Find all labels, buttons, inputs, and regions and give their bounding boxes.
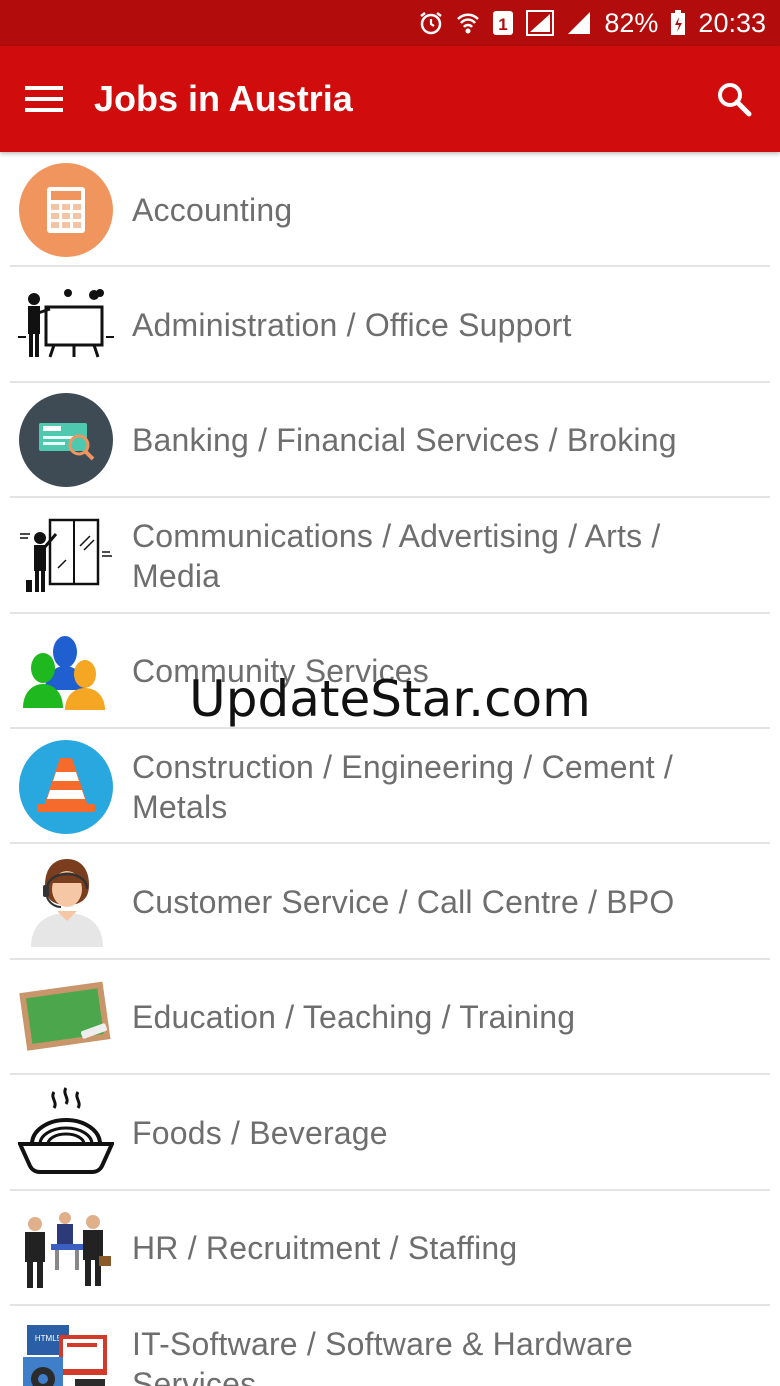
category-item-it-software[interactable]: HTML5 IT-Software / Software & Hardware … xyxy=(0,1306,780,1386)
presenter-board-icon xyxy=(18,277,114,373)
page-title: Jobs in Austria xyxy=(94,78,353,119)
svg-text:HTML5: HTML5 xyxy=(35,1334,62,1343)
category-item-education[interactable]: Education / Teaching / Training xyxy=(0,960,780,1076)
category-label: Banking / Financial Services / Broking xyxy=(132,422,677,459)
status-bar: 1 82% 20:33 xyxy=(0,0,780,46)
category-label: Community Services xyxy=(132,653,430,690)
search-button[interactable] xyxy=(688,46,780,152)
interview-icon xyxy=(18,1200,114,1296)
sim-number: 1 xyxy=(499,15,508,34)
category-item-hr[interactable]: HR / Recruitment / Staffing xyxy=(0,1191,780,1307)
artist-canvas-icon xyxy=(18,508,114,604)
category-label: Communications / Advertising / Arts / Me… xyxy=(132,517,661,594)
category-list[interactable]: Accounting Administration / Office Suppo… xyxy=(0,152,780,1386)
category-item-construction[interactable]: Construction / Engineering / Cement / Me… xyxy=(0,729,780,845)
traffic-cone-icon xyxy=(18,739,114,835)
category-item-customer-service[interactable]: Customer Service / Call Centre / BPO xyxy=(0,844,780,961)
signal-icon xyxy=(526,10,555,36)
category-item-communications[interactable]: Communications / Advertising / Arts / Me… xyxy=(0,498,780,614)
calculator-icon xyxy=(18,162,114,258)
html5-computer-icon: HTML5 xyxy=(18,1316,114,1386)
category-label: Accounting xyxy=(132,191,293,228)
category-label: Administration / Office Support xyxy=(132,307,572,344)
app-bar: Jobs in Austria xyxy=(0,46,780,152)
people-group-icon xyxy=(18,623,114,719)
alarm-icon xyxy=(418,10,444,36)
clock: 20:33 xyxy=(698,7,766,38)
category-label: IT-Software / Software & Hardware Servic… xyxy=(132,1325,634,1386)
call-centre-agent-icon xyxy=(18,854,114,950)
chalkboard-icon xyxy=(18,969,114,1065)
category-item-banking[interactable]: Banking / Financial Services / Broking xyxy=(0,383,780,499)
category-label: Construction / Engineering / Cement / Me… xyxy=(132,748,674,825)
search-icon xyxy=(718,83,752,117)
battery-percent: 82% xyxy=(604,7,659,38)
category-item-community[interactable]: Community Services xyxy=(0,614,780,730)
category-label: Customer Service / Call Centre / BPO xyxy=(132,884,675,921)
hamburger-menu-icon xyxy=(25,86,63,112)
wifi-icon xyxy=(456,10,480,36)
category-item-foods[interactable]: Foods / Beverage xyxy=(0,1075,780,1191)
category-label: HR / Recruitment / Staffing xyxy=(132,1230,518,1267)
category-label: Foods / Beverage xyxy=(132,1114,388,1151)
cheque-icon xyxy=(18,392,114,488)
category-item-administration[interactable]: Administration / Office Support xyxy=(0,267,780,384)
food-bowl-icon xyxy=(18,1085,114,1181)
category-item-accounting[interactable]: Accounting xyxy=(0,152,780,268)
menu-button[interactable] xyxy=(0,46,88,152)
signal-icon xyxy=(566,10,592,36)
category-label: Education / Teaching / Training xyxy=(132,999,576,1036)
sim-icon: 1 xyxy=(492,10,514,36)
battery-icon xyxy=(670,10,686,36)
